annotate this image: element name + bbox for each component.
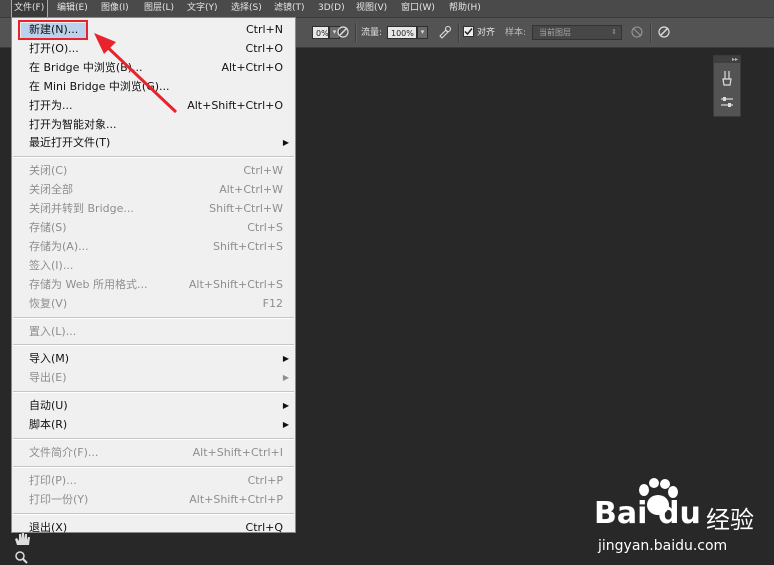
baidu-jingyan-watermark: Bai du 经验 jingyan.baidu.com bbox=[594, 478, 772, 562]
watermark-brand: Bai bbox=[594, 496, 648, 531]
watermark-url: jingyan.baidu.com bbox=[598, 538, 728, 554]
watermark-brand-suffix: du bbox=[658, 496, 701, 531]
watermark-product: 经验 bbox=[706, 506, 754, 534]
